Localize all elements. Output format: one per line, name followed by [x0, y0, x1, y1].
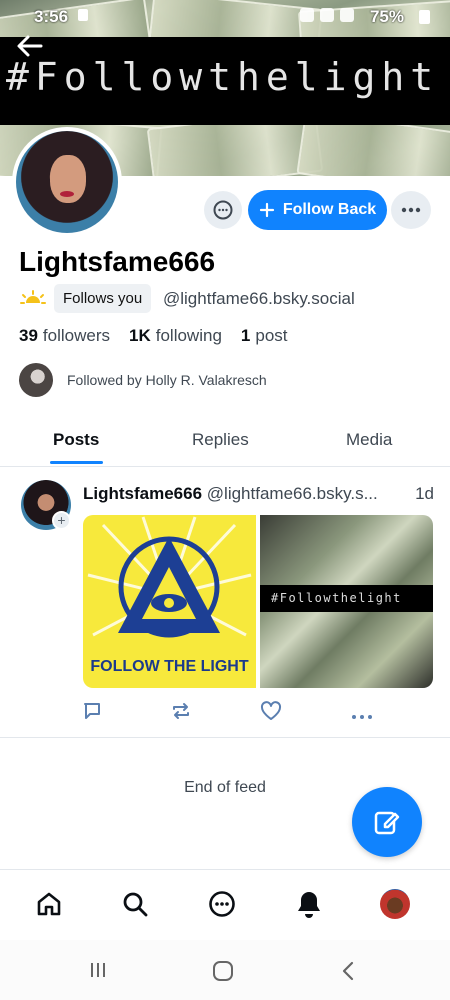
battery-icon [419, 10, 430, 24]
post-actions [0, 701, 450, 723]
profile-handle: @lightfame66.bsky.social [163, 289, 355, 308]
home-icon [37, 892, 61, 916]
posts-label: post [255, 326, 288, 345]
followed-by[interactable]: Followed by Holly R. Valakresch [19, 363, 267, 397]
pin-icon [300, 8, 314, 22]
tab-media[interactable]: Media [346, 430, 392, 450]
reply-icon[interactable] [82, 701, 102, 726]
post-image-follow-the-light[interactable]: FOLLOW THE LIGHT [83, 515, 256, 688]
sun-icon [20, 290, 46, 311]
recents-icon[interactable] [88, 960, 108, 985]
banner-hashtag: #Followthelight [6, 55, 440, 99]
follower-avatar [19, 363, 53, 397]
my-avatar [380, 889, 410, 919]
posts-count: 1 [240, 326, 251, 345]
post-header: Lightsfame666 @lightfame66.bsky.s... 1d [83, 484, 438, 504]
repost-icon[interactable] [170, 701, 192, 726]
followers-label[interactable]: followers [43, 326, 110, 346]
display-name: Lightsfame666 [19, 246, 216, 277]
messages-icon [209, 891, 235, 917]
follow-plus-icon[interactable]: + [52, 511, 71, 530]
compose-icon [374, 811, 400, 835]
message-button[interactable] [204, 191, 242, 229]
feed-post[interactable]: + Lightsfame666 @lightfame66.bsky.s... 1… [0, 468, 450, 738]
avatar-image [16, 131, 118, 233]
home-system-icon[interactable] [212, 960, 234, 987]
post-time: 1d [409, 484, 434, 504]
nav-messages[interactable] [205, 887, 239, 921]
compose-button[interactable] [352, 787, 422, 857]
follow-back-button[interactable]: Follow Back [248, 190, 387, 230]
status-time: 3:56 [34, 7, 69, 26]
following-count[interactable]: 1K [129, 326, 151, 346]
follows-you-badge: Follows you [54, 284, 152, 313]
plus-icon [259, 202, 274, 218]
status-icons [300, 8, 354, 22]
like-icon[interactable] [260, 701, 282, 726]
followers-count[interactable]: 39 [19, 326, 38, 346]
location-icon [78, 9, 88, 21]
active-tab-indicator [50, 461, 103, 464]
bottom-nav [0, 869, 450, 939]
nav-notifications[interactable] [292, 887, 326, 921]
image-hashtag: #Followthelight [271, 591, 402, 605]
system-nav-bar [0, 940, 450, 1000]
back-system-icon[interactable] [340, 960, 356, 987]
tab-replies[interactable]: Replies [192, 430, 249, 450]
search-icon [123, 892, 148, 917]
back-arrow-icon[interactable] [14, 30, 46, 62]
post-image-money[interactable]: #Followthelight [260, 515, 433, 688]
post-author-handle[interactable]: @lightfame66.bsky.s... [207, 484, 378, 503]
chat-icon [213, 200, 233, 220]
following-label[interactable]: following [156, 326, 222, 346]
bell-icon [298, 892, 320, 918]
network-icon [320, 8, 334, 22]
post-more-icon[interactable] [351, 707, 373, 725]
image-caption: FOLLOW THE LIGHT [90, 658, 249, 675]
post-author-name[interactable]: Lightsfame666 [83, 484, 202, 503]
more-icon [401, 207, 421, 213]
nav-profile[interactable] [378, 887, 412, 921]
profile-tabs: Posts Replies Media [0, 415, 450, 467]
tab-posts[interactable]: Posts [53, 430, 99, 450]
nav-search[interactable] [118, 887, 152, 921]
profile-stats: 39 followers 1K following 1 post [19, 326, 288, 346]
status-bar: 3:56 75% [0, 0, 450, 34]
more-options-button[interactable] [391, 191, 431, 229]
follow-back-label: Follow Back [282, 201, 377, 218]
profile-avatar[interactable] [12, 127, 122, 237]
battery-percent: 75% [369, 7, 404, 26]
followed-by-text: Followed by Holly R. Valakresch [67, 372, 267, 388]
signal-icon [340, 8, 354, 22]
nav-home[interactable] [32, 887, 66, 921]
